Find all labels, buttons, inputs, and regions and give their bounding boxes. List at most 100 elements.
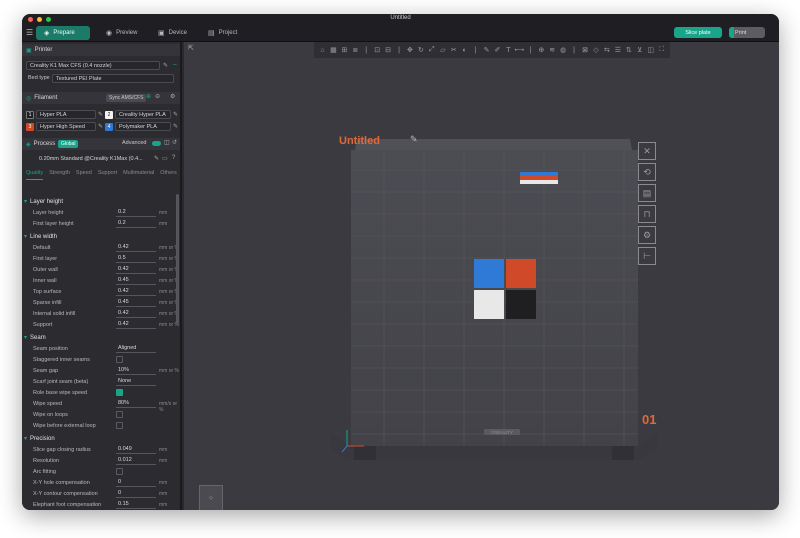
tab-project[interactable]: ▤ Project [200, 26, 254, 40]
group-header-layer-height[interactable]: ▾ Layer height [24, 198, 63, 206]
model-tile-black[interactable] [506, 290, 536, 319]
param-input[interactable]: 0.2 [116, 220, 156, 228]
param-input[interactable]: 0.42 [116, 266, 156, 274]
3d-viewport[interactable]: ⇱ ⌂ ▦ ⊞ ≣ | ⊡ ⊟ | ✥ ↻ ⤢ ▱ ✂ ◐ | ✎ ✐ T ⟷ … [184, 42, 779, 510]
sidebar-scrollbar[interactable] [176, 194, 179, 324]
model-tile-white[interactable] [474, 290, 504, 319]
tab-multimaterial[interactable]: Multimaterial [123, 170, 154, 180]
advanced-toggle[interactable] [152, 141, 161, 146]
filament-select[interactable]: Creality Hyper PLA [115, 110, 171, 119]
param-input[interactable]: 0.45 [116, 299, 156, 307]
app-window: Untitled ☰ ◈ Prepare ◉ Preview ▣ Device … [22, 14, 779, 510]
filament-select[interactable]: Hyper PLA [36, 110, 96, 119]
filament-select[interactable]: Hyper High Speed [36, 122, 96, 131]
param-input[interactable]: 10% [116, 367, 156, 375]
param-checkbox[interactable] [116, 422, 123, 429]
param-input[interactable]: None [116, 378, 156, 386]
param-input[interactable]: 0.5 [116, 255, 156, 263]
param-label: Arc fitting [33, 469, 56, 475]
param-input[interactable]: Aligned [116, 345, 156, 353]
param-label: Elephant foot compensation [33, 502, 102, 508]
edit-icon[interactable]: ✎ [173, 123, 178, 130]
compare-icon[interactable]: ◫ [164, 139, 170, 146]
param-input[interactable]: 0.049 [116, 446, 156, 454]
delete-plate-icon[interactable]: ✕ [638, 142, 656, 160]
folder-icon: ▤ [208, 30, 215, 37]
model-strip-blue[interactable] [520, 172, 558, 176]
edit-icon[interactable]: ✎ [154, 155, 159, 162]
slice-plate-button[interactable]: Slice plate [674, 27, 722, 38]
param-input[interactable]: 0.42 [116, 244, 156, 252]
group-header-line-width[interactable]: ▾ Line width [24, 233, 58, 241]
group-header-seam[interactable]: ▾ Seam [24, 334, 46, 342]
build-plate-scene[interactable]: CREALITY [184, 42, 779, 510]
param-checkbox[interactable] [116, 389, 123, 396]
arrange-plate-icon[interactable]: ▤ [638, 184, 656, 202]
filament-select[interactable]: Polymaker PLA [115, 122, 171, 131]
tab-quality[interactable]: Quality [26, 170, 44, 180]
model-tile-blue[interactable] [474, 259, 504, 288]
plate-settings-icon[interactable]: ⚙ [638, 226, 656, 244]
printer-select[interactable]: Creality K1 Max CFS (0.4 nozzle) [26, 61, 160, 70]
param-row: First layer height 0.2 mm [33, 220, 180, 230]
print-button[interactable]: Print [729, 27, 765, 38]
help-icon[interactable]: ? [172, 155, 175, 161]
tab-prepare[interactable]: ◈ Prepare [36, 26, 90, 40]
chevron-down-icon: ▾ [24, 234, 28, 240]
tab-strength[interactable]: Strength [49, 170, 70, 180]
param-input[interactable]: 0.42 [116, 310, 156, 318]
monitor-icon: ▣ [158, 30, 165, 37]
tab-others[interactable]: Others [160, 170, 177, 180]
param-checkbox[interactable] [116, 411, 123, 418]
param-input[interactable]: 0.15 [116, 501, 156, 509]
add-filament-icon[interactable]: ⊕ [146, 93, 151, 100]
param-input[interactable]: 0.012 [116, 457, 156, 465]
param-checkbox[interactable] [116, 468, 123, 475]
param-input[interactable]: 0.2 [116, 209, 156, 217]
auto-orient-icon[interactable]: ⟲ [638, 163, 656, 181]
process-section-header[interactable]: ◈ Process Global Advanced ◫ ↺ [22, 138, 180, 150]
group-title: Line width [30, 233, 58, 240]
bed-type-label: Bed type [28, 75, 50, 81]
filament-section-header[interactable]: ◎ Filament Sync AMS/CFS ⊕ ⊖ ⚙ [22, 92, 180, 104]
spool-icon: ◎ [26, 95, 32, 102]
group-header-precision[interactable]: ▾ Precision [24, 435, 55, 443]
param-input[interactable]: 0.42 [116, 288, 156, 296]
process-preset-select[interactable]: 0.20mm Standard @Creality K1Max (0.4... [36, 154, 151, 163]
reset-icon[interactable]: ↺ [172, 139, 177, 146]
param-input[interactable]: 80% [116, 400, 156, 408]
param-input[interactable]: 0.45 [116, 277, 156, 285]
lock-plate-icon[interactable]: ⊓ [638, 205, 656, 223]
edit-icon[interactable]: ✎ [163, 62, 168, 69]
tab-preview-label: Preview [116, 30, 138, 36]
param-input[interactable]: 0 [116, 490, 156, 498]
param-checkbox[interactable] [116, 356, 123, 363]
plate-edit-icon[interactable]: ✎ [410, 134, 418, 145]
process-section-label: Process [33, 141, 56, 147]
edit-icon[interactable]: ✎ [173, 111, 178, 118]
tab-preview[interactable]: ◉ Preview [98, 26, 152, 40]
settings-icon[interactable]: ⚙ [170, 93, 175, 100]
model-strip-red[interactable] [520, 176, 558, 180]
param-input[interactable]: 0.42 [116, 321, 156, 329]
tab-speed[interactable]: Speed [76, 170, 92, 180]
param-input[interactable]: 0 [116, 479, 156, 487]
bed-type-select[interactable]: Textured PEI Plate [52, 74, 174, 83]
printer-section-header[interactable]: ▣ Printer [22, 44, 180, 56]
wifi-icon[interactable]: ⌔ [172, 62, 178, 70]
edit-icon[interactable]: ✎ [98, 111, 103, 118]
plate-name-label[interactable]: Untitled [339, 135, 380, 147]
model-tile-red[interactable] [506, 259, 536, 288]
menu-icon[interactable]: ☰ [26, 28, 33, 37]
sync-ams-button[interactable]: Sync AMS/CFS [106, 94, 147, 102]
navigation-cube[interactable]: ◇ [199, 485, 223, 510]
tab-support[interactable]: Support [98, 170, 117, 180]
global-toggle[interactable]: Global [58, 140, 79, 148]
move-plate-icon[interactable]: ⊢ [638, 247, 656, 265]
save-icon[interactable]: ▭ [162, 155, 168, 162]
model-strip-white[interactable] [520, 180, 558, 184]
edit-icon[interactable]: ✎ [98, 123, 103, 130]
remove-filament-icon[interactable]: ⊖ [155, 93, 160, 100]
param-label: Role base wipe speed [33, 390, 88, 396]
tab-device[interactable]: ▣ Device [150, 26, 204, 40]
